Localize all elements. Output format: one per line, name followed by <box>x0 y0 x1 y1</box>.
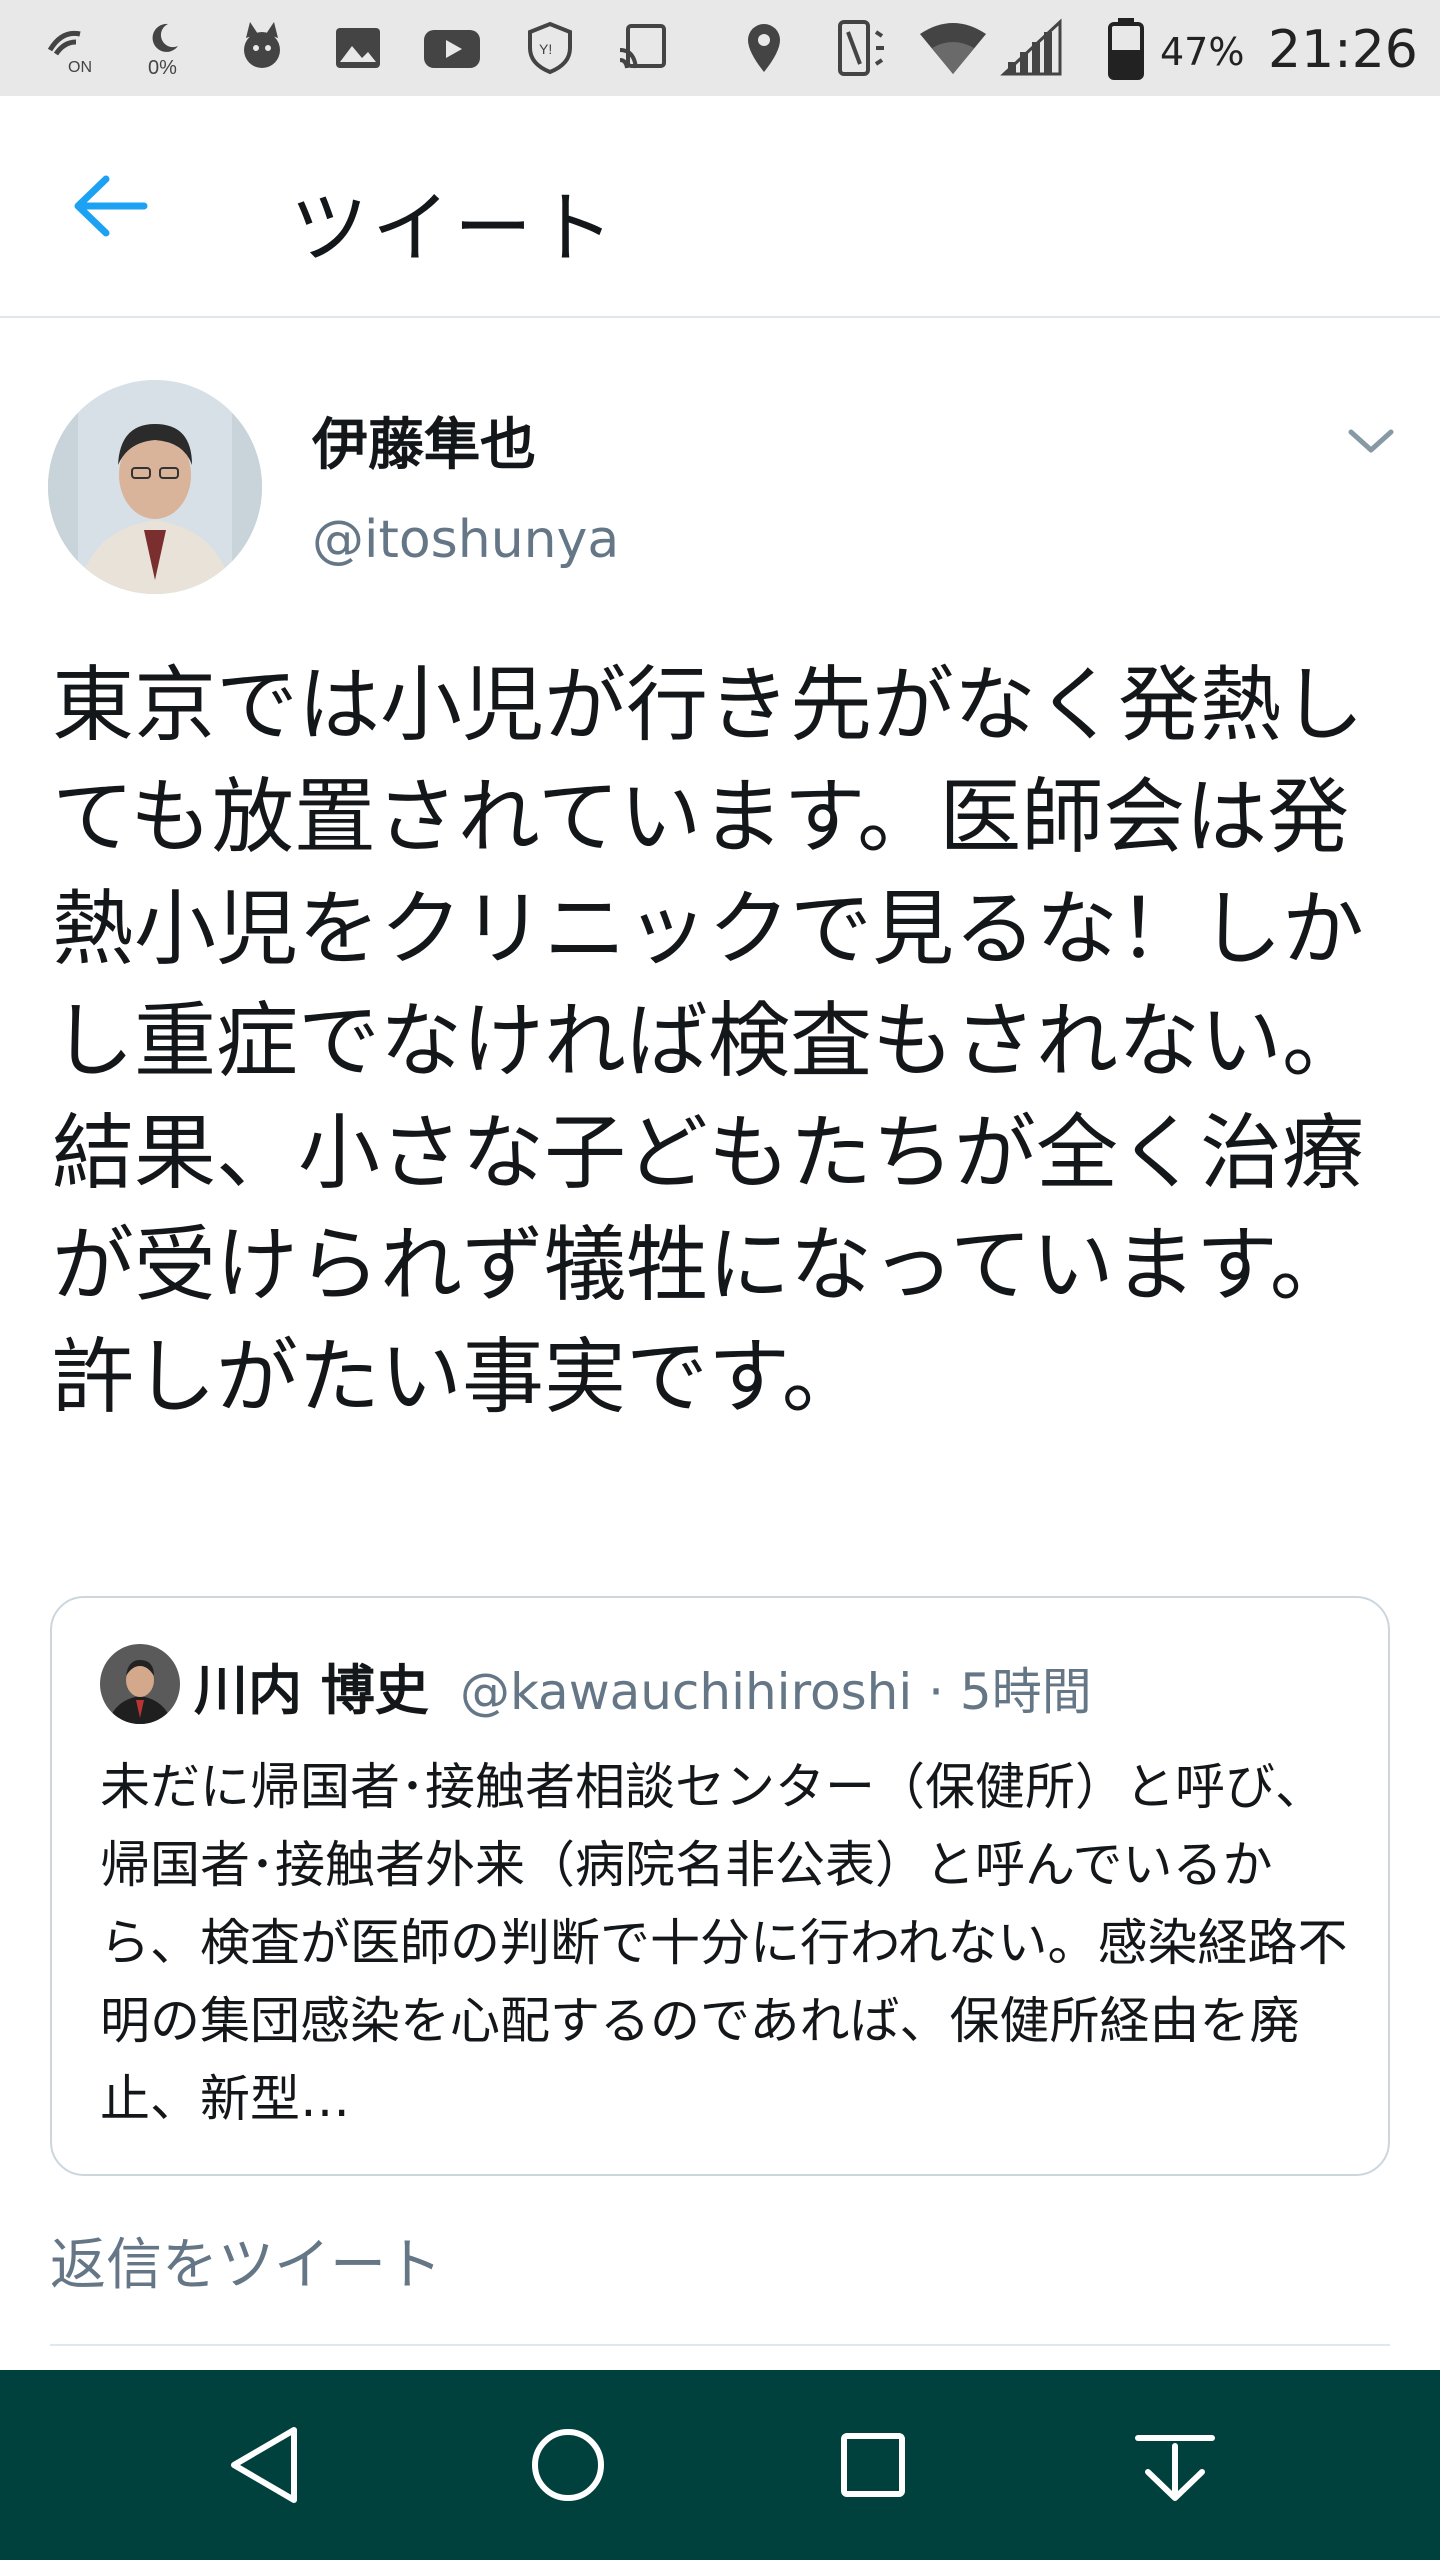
clock: 21:26 <box>1268 20 1418 80</box>
data-saver-label: 0% <box>148 57 177 78</box>
quoted-tweet-text: 未だに帰国者･接触者相談センター（保健所）と呼び、帰国者･接触者外来（病院名非公… <box>100 1758 1348 2128</box>
author-handle[interactable]: @itoshunya <box>312 510 619 570</box>
back-triangle-icon[interactable] <box>220 2420 310 2510</box>
status-bar: ON 0% Y! 47% 21:26 <box>0 0 1440 96</box>
quoted-tweet-header: 川内 博史 @kawauchihiroshi · 5時間 <box>194 1646 1092 1725</box>
data-saver-icon: 0% <box>140 18 196 78</box>
location-icon <box>742 18 786 78</box>
system-nav-bar <box>0 2370 1440 2560</box>
vibrate-icon <box>826 18 890 78</box>
quoted-author-handle: @kawauchihiroshi · 5時間 <box>459 1663 1092 1721</box>
previous-content-cutoff <box>290 292 1210 322</box>
hide-nav-bar-icon[interactable] <box>1130 2420 1220 2510</box>
reply-input[interactable]: 返信をツイート <box>50 2220 442 2301</box>
wifi-icon <box>918 18 988 78</box>
author-avatar[interactable] <box>48 380 262 594</box>
svg-text:ON: ON <box>68 59 92 76</box>
tweet-text: 東京では小児が行き先がなく発熱しても放置されています。医師会は発熱小児をクリニッ… <box>52 658 1365 1425</box>
reply-divider <box>50 2344 1390 2346</box>
author-name[interactable]: 伊藤隼也 <box>312 400 536 481</box>
app-notification-icon <box>232 18 292 78</box>
vpn-shield-icon: Y! <box>522 18 578 78</box>
svg-text:Y!: Y! <box>539 41 552 57</box>
quoted-author-avatar <box>100 1644 180 1724</box>
chevron-down-icon[interactable] <box>1345 420 1397 460</box>
cast-icon <box>614 18 670 78</box>
app-bar: ツイート <box>0 96 1440 318</box>
battery-percent: 47% <box>1160 30 1245 74</box>
image-icon <box>330 18 386 78</box>
quoted-author-name: 川内 博史 <box>194 1659 429 1722</box>
home-circle-icon[interactable] <box>523 2420 613 2510</box>
cell-signal-icon <box>1000 18 1064 78</box>
page-title: ツイート <box>290 184 619 274</box>
youtube-icon <box>420 18 484 78</box>
battery-icon <box>1106 18 1146 80</box>
arrow-left-icon[interactable] <box>70 171 150 241</box>
recents-square-icon[interactable] <box>828 2420 918 2510</box>
volte-on-icon: ON <box>40 18 96 78</box>
reply-composer: 返信をツイート <box>0 2180 1440 2370</box>
quoted-tweet-card[interactable]: 川内 博史 @kawauchihiroshi · 5時間 未だに帰国者･接触者相… <box>50 1596 1390 2176</box>
